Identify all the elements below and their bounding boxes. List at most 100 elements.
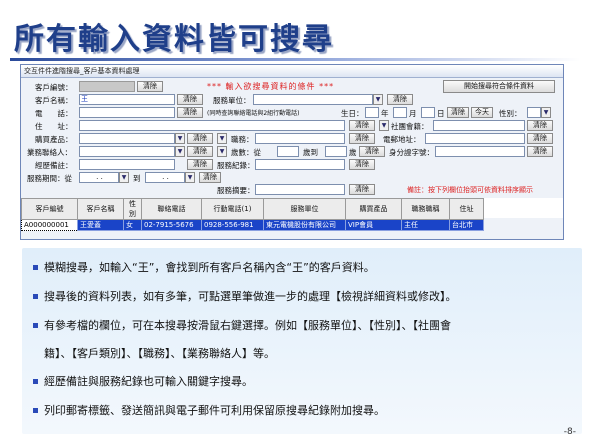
job-input[interactable] [255,133,345,144]
column-header[interactable]: 性別 [123,198,142,220]
birthday-label: 生日： [341,109,364,118]
job-clear-button[interactable]: 清除 [349,133,375,144]
job-dropdown-icon[interactable]: ▼ [217,133,227,144]
phone-input[interactable] [79,107,175,118]
notes-panel: 模糊搜尋，如輸入“王”，會找到所有客戶名稱內含“王”的客戶資料。 搜尋後的資料列… [22,248,582,434]
birthday-clear-button[interactable]: 清除 [447,107,469,118]
remark-clear-button[interactable]: 清除 [187,159,213,170]
birthday-month-input[interactable] [393,107,407,118]
slide-title: 所有輸入資料皆可搜尋 [14,22,334,57]
column-header[interactable]: 客戶名稱 [77,198,124,220]
community-label: 社團會籍： [391,122,429,131]
address-label: 住 址： [35,122,73,131]
start-search-button[interactable]: 開始搜尋符合條件資料 [443,80,555,93]
service-record-clear-button[interactable]: 清除 [349,159,375,170]
column-header[interactable]: 聯絡電話 [141,198,202,220]
product-dropdown-icon[interactable]: ▼ [175,133,185,144]
note-reference-fields: 有參考檔的欄位，可在本搜尋按滑鼠右鍵選擇。例如【服務單位】、【性別】、【社團會 [44,319,451,332]
service-unit-dropdown-icon[interactable]: ▼ [373,94,383,105]
id-number-input[interactable] [435,146,525,157]
age-from-input[interactable] [277,146,299,157]
bullet-marker [33,265,38,270]
customer-name-input[interactable]: 王 [79,94,175,105]
search-window: 交互件件進階搜尋_客戶基本資料處理 客戶編號： 清除 *** 輸入欲搜尋資料的條… [20,64,564,240]
product-clear-button[interactable]: 清除 [187,133,213,144]
column-header[interactable]: 職務職稱 [401,198,450,220]
customer-id-input[interactable] [79,81,135,92]
table-cell: 台北市 [449,219,484,231]
sales-dropdown-icon[interactable]: ▼ [175,146,185,157]
service-date-to-label: 到 [133,174,141,183]
sales-clear-button[interactable]: 清除 [187,146,213,157]
remark-label: 經歷備註： [35,161,73,170]
table-cell: 主任 [401,219,450,231]
phone-clear-button[interactable]: 清除 [177,107,203,118]
customer-id-label: 客戶編號： [35,83,73,92]
year-label: 年 [381,109,389,118]
column-header[interactable]: 購買產品 [345,198,402,220]
table-row[interactable]: A000000001 王愛蓋女 02-7915-5676 0928-556-981 東元… [21,219,484,231]
note-fuzzy-search: 模糊搜尋，如輸入“王”，會找到所有客戶名稱內含“王”的客戶資料。 [44,261,375,274]
birthday-year-input[interactable] [365,107,379,118]
community-clear-button[interactable]: 清除 [527,120,553,131]
remark-input[interactable] [79,159,175,170]
day-label: 日 [437,109,445,118]
service-summary-input[interactable] [255,184,345,195]
column-header[interactable]: 住址 [449,198,484,220]
table-cell: 女 [123,219,142,231]
id-number-label: 身分證字號： [389,148,434,157]
sales-input[interactable] [79,146,175,157]
email-label: 電郵地址： [383,135,421,144]
gender-label: 性別： [499,109,522,118]
gender-dropdown-icon[interactable]: ▼ [541,107,551,118]
search-banner: *** 輸入欲搜尋資料的條件 *** [207,82,335,91]
email-input[interactable] [425,133,525,144]
month-label: 月 [409,109,417,118]
bullet-marker [33,408,38,413]
service-record-input[interactable] [255,159,345,170]
service-unit-clear-button[interactable]: 清除 [387,94,413,105]
community-dropdown-icon[interactable]: ▼ [379,120,389,131]
product-input[interactable] [79,133,175,144]
service-date-clear-button[interactable]: 清除 [199,172,221,183]
note-keyword-search: 經歷備註與服務紀錄也可輸入關鍵字搜尋。 [44,375,253,388]
address-input[interactable] [79,120,345,131]
column-header[interactable]: 服務單位 [263,198,346,220]
bullet-marker [33,323,38,328]
window-titlebar: 交互件件進階搜尋_客戶基本資料處理 [21,65,563,78]
birthday-day-input[interactable] [421,107,435,118]
note-label-print: 列印郵寄標籤、發送簡訊與電子郵件可利用保留原搜尋紀錄附加搜尋。 [44,404,385,417]
column-header[interactable]: 行動電話(1) [201,198,264,220]
age-to-label: 歲到 [303,148,318,157]
table-cell: 02-7915-5676 [141,219,202,231]
address-clear-button[interactable]: 清除 [349,120,375,131]
service-date-to-input[interactable]: . . [145,172,185,183]
service-date-from-input[interactable]: . . [79,172,119,183]
date-from-dropdown-icon[interactable]: ▼ [119,172,129,183]
customer-name-clear-button[interactable]: 清除 [177,94,203,105]
table-cell: 0928-556-981 [201,219,264,231]
service-date-label: 服務期間：從 [27,174,72,183]
title-divider [10,58,580,61]
age-to-input[interactable] [325,146,347,157]
customer-id-clear-button[interactable]: 清除 [137,81,163,92]
gender-select[interactable] [527,107,541,118]
age-dropdown-icon[interactable]: ▼ [217,146,227,157]
community-input[interactable] [433,120,525,131]
table-cell: VIP會員 [345,219,402,231]
email-clear-button[interactable]: 清除 [527,133,553,144]
date-to-dropdown-icon[interactable]: ▼ [185,172,195,183]
age-clear-button[interactable]: 清除 [359,146,385,157]
phone-label: 電 話： [35,109,73,118]
column-header[interactable]: 客戶編號 [21,198,78,220]
bullet-marker [33,379,38,384]
id-number-clear-button[interactable]: 清除 [527,146,553,157]
table-cell: 東元電機股份有限公司 [263,219,346,231]
job-label: 職務： [231,135,254,144]
service-summary-clear-button[interactable]: 清除 [349,184,375,195]
service-unit-input[interactable] [253,94,373,105]
customer-name-label: 客戶名稱： [35,96,73,105]
note-result-list: 搜尋後的資料列表，如有多筆，可點選單筆做進一步的處理【檢視詳細資料或修改】。 [44,290,457,303]
today-button[interactable]: 今天 [471,107,493,118]
bullet-marker [33,294,38,299]
